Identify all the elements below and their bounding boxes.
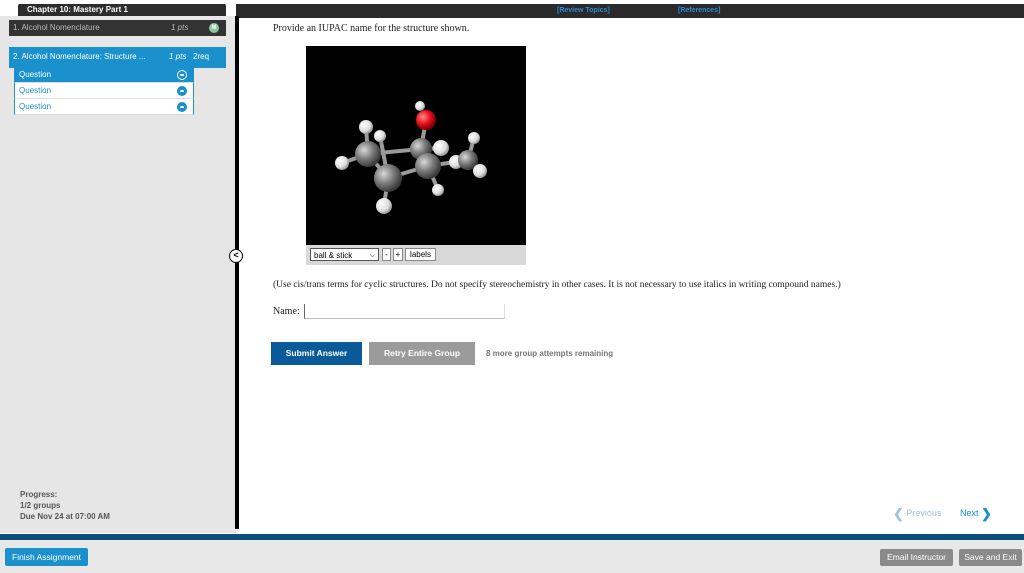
labels-button[interactable]: labels	[405, 248, 436, 261]
question-item[interactable]: Question	[14, 67, 194, 83]
footer-bar	[0, 540, 1024, 573]
sidebar-item-label: 1. Alcohol Nomenclature	[13, 23, 100, 32]
sidebar-item-alcohol-nomenclature-structure[interactable]: 2. Alcohol Nomenclature: Structure ... 1…	[9, 47, 226, 68]
progress-info: Progress: 1/2 groups Due Nov 24 at 07:00…	[20, 489, 110, 522]
instructions-note: (Use cis/trans terms for cyclic structur…	[273, 280, 841, 290]
points-label: 1 pts	[171, 23, 189, 32]
chevron-right-icon: ❯	[981, 506, 992, 521]
attempts-remaining: 8 more group attempts remaining	[486, 349, 614, 358]
question-list: Question Question Question	[14, 67, 194, 115]
render-mode-value: ball & stick	[314, 251, 353, 260]
name-input[interactable]	[304, 304, 505, 319]
progress-value: 1/2 groups	[20, 501, 61, 510]
name-label: Name:	[273, 306, 300, 317]
previous-button[interactable]: ❮ Previous	[893, 506, 941, 522]
sidebar-item-label: 2. Alcohol Nomenclature: Structure ...	[13, 52, 146, 61]
header-strip	[236, 4, 1024, 18]
progress-label: Progress:	[20, 490, 58, 499]
zoom-out-button[interactable]: -	[382, 248, 391, 261]
zoom-in-button[interactable]: +	[393, 248, 403, 261]
retry-group-button[interactable]: Retry Entire Group	[369, 342, 475, 365]
panel-divider	[235, 16, 239, 529]
viewer-toolbar: ball & stick ⌵ - + labels	[306, 245, 526, 265]
question-status-icon	[177, 102, 187, 112]
molecule-3d-model	[335, 101, 487, 214]
render-mode-select[interactable]: ball & stick ⌵	[310, 248, 379, 261]
collapse-sidebar-icon[interactable]: <	[229, 249, 243, 263]
question-item[interactable]: Question	[14, 99, 194, 115]
hydrogen-atom	[374, 130, 386, 142]
chevron-left-icon: ❮	[893, 506, 904, 521]
hydrogen-atom	[432, 184, 444, 196]
hydrogen-atom	[359, 120, 373, 134]
chapter-title: Chapter 10: Mastery Part 1	[18, 4, 226, 16]
hydrogen-atom	[335, 156, 349, 170]
submit-answer-button[interactable]: Submit Answer	[271, 342, 362, 365]
question-prompt: Provide an IUPAC name for the structure …	[273, 23, 470, 34]
molecule-viewer[interactable]: ball & stick ⌵ - + labels	[306, 46, 526, 265]
chevron-down-icon: ⌵	[369, 252, 375, 259]
due-date: Due Nov 24 at 07:00 AM	[20, 512, 110, 521]
question-label: Question	[19, 102, 52, 111]
carbon-atom	[355, 141, 381, 167]
email-instructor-button[interactable]: Email Instructor	[880, 549, 953, 566]
question-label: Question	[19, 86, 52, 95]
question-status-icon	[177, 70, 187, 80]
question-label: Question	[19, 70, 52, 79]
next-label: Next	[960, 508, 979, 518]
question-status-icon	[177, 86, 187, 96]
hydrogen-atom	[468, 132, 480, 144]
previous-label: Previous	[906, 508, 942, 518]
carbon-atom	[374, 164, 402, 192]
hydrogen-atom	[376, 198, 392, 214]
requirement-label: 2req	[193, 52, 210, 61]
hydrogen-atom	[415, 101, 425, 111]
oxygen-atom	[416, 110, 436, 130]
sidebar-item-alcohol-nomenclature[interactable]: 1. Alcohol Nomenclature 1 pts M	[9, 20, 226, 36]
hydrogen-atom	[433, 140, 449, 156]
next-button[interactable]: Next ❯	[960, 506, 992, 522]
hydrogen-atom	[473, 164, 487, 178]
points-label: 1 pts	[169, 52, 187, 61]
carbon-atom	[415, 153, 441, 179]
finish-assignment-button[interactable]: Finish Assignment	[5, 548, 88, 566]
question-item[interactable]: Question	[14, 83, 194, 99]
save-and-exit-button[interactable]: Save and Exit	[959, 549, 1022, 566]
review-topics-link[interactable]: [Review Topics]	[557, 7, 610, 14]
references-link[interactable]: [References]	[678, 7, 720, 14]
mastery-badge-icon: M	[209, 23, 219, 33]
